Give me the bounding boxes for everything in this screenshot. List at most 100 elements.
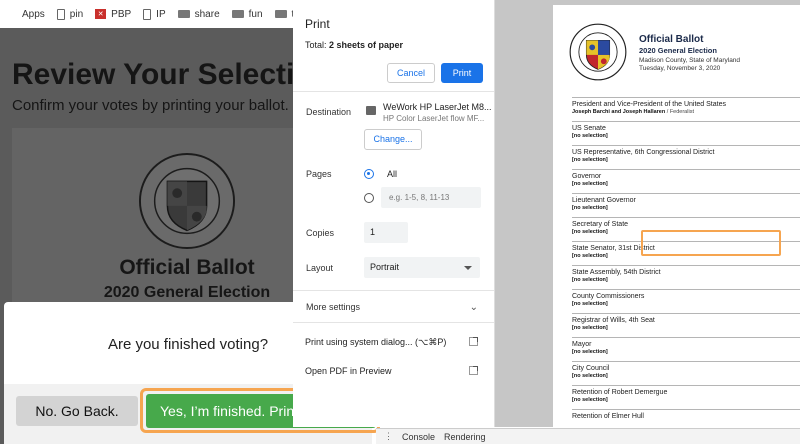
contest-title: Governor (572, 173, 602, 180)
bookmark-label: Apps (22, 8, 45, 20)
contest-title: Mayor (572, 341, 592, 348)
contest-row: County Commissioners [no selection] (572, 289, 800, 313)
page-subtitle: Confirm your votes by printing your ball… (12, 97, 289, 114)
copies-label: Copies (306, 228, 335, 238)
contest-title: State Assembly, 54th District (572, 269, 661, 276)
bookmark-pin[interactable]: pin (56, 8, 84, 20)
ballot-subtitle: 2020 General Election (103, 284, 271, 301)
contest-title: US Senate (572, 125, 606, 132)
contest-selection-line: [no selection] (572, 301, 800, 307)
contest-selection: [no selection] (572, 324, 608, 331)
contest-title: Retention of Elmer Hull (572, 413, 644, 420)
bookmark-apps[interactable]: Apps (6, 9, 45, 20)
contest-selection: [no selection] (572, 300, 608, 307)
open-external-icon[interactable] (469, 337, 478, 346)
contest-row: State Assembly, 54th District [no selecti… (572, 265, 800, 289)
contest-title: Lieutenant Governor (572, 197, 636, 204)
preview-sheet: Official Ballot 2020 General Election Ma… (553, 5, 800, 427)
contest-row: Governor [no selection] (572, 169, 800, 193)
page-icon (143, 8, 152, 20)
layout-value: Portrait (370, 262, 400, 272)
pages-custom-input[interactable]: e.g. 1-5, 8, 11-13 (381, 187, 481, 208)
divider (293, 290, 494, 291)
printer-icon (366, 106, 376, 115)
contest-selection-line: Joseph Barchi and Joseph Hallaren / Fede… (572, 109, 800, 115)
contest-selection: [no selection] (572, 252, 608, 259)
folder-icon (177, 10, 190, 18)
system-dialog-link[interactable]: Print using system dialog... (⌥⌘P) (305, 337, 446, 348)
print-total: Total: 2 sheets of paper (305, 40, 403, 50)
page-icon (56, 8, 65, 20)
bookmark-share[interactable]: share (177, 8, 220, 20)
contest-row: Lieutenant Governor [no selection] (572, 193, 800, 217)
contest-selection-line: [no selection] (572, 157, 800, 163)
contest-title: Secretary of State (572, 221, 629, 228)
bookmark-label: fun (248, 8, 263, 20)
total-value: 2 sheets of paper (329, 40, 404, 50)
destination-label: Destination (306, 107, 352, 117)
total-prefix: Total: (305, 40, 330, 50)
ballot-title: Official Ballot (119, 256, 255, 279)
contest-selection: [no selection] (572, 204, 608, 211)
contest-selection: [no selection] (572, 180, 608, 187)
contest-selection-line: [no selection] (572, 133, 800, 139)
more-settings-toggle[interactable]: More settings (306, 302, 360, 312)
highlight-box (641, 230, 781, 256)
contest-row: President and Vice-President of the Unit… (572, 97, 800, 121)
contest-selection-line: [no selection] (572, 205, 800, 211)
dropdown-caret-icon (464, 266, 472, 270)
apps-grid-icon (6, 9, 17, 19)
layout-select[interactable]: Portrait (364, 257, 480, 278)
contest-title: US Representative, 6th Congressional Dis… (572, 149, 715, 156)
print-dialog-panel: Print Total: 2 sheets of paper Cancel Pr… (293, 0, 495, 427)
pages-custom-radio[interactable] (364, 193, 374, 203)
contest-row: Retention of Robert Demergue [no selectio… (572, 385, 800, 409)
contest-selection-line: [no selection] (572, 349, 800, 355)
contest-selection: [no selection] (572, 276, 608, 283)
print-preview: Official Ballot 2020 General Election Ma… (495, 0, 800, 427)
layout-label: Layout (306, 263, 334, 273)
bookmark-label: pin (69, 8, 84, 20)
bookmark-fun[interactable]: fun (231, 8, 263, 20)
contest-selection: [no selection] (572, 348, 608, 355)
contest-list: President and Vice-President of the Unit… (572, 97, 800, 427)
pbp-icon: ✕ (95, 9, 107, 19)
contest-row: Mayor [no selection] (572, 337, 800, 361)
contest-selection: [no selection] (572, 396, 608, 403)
contest-party: / Federalist (665, 108, 694, 115)
contest-selection: [no selection] (572, 156, 608, 163)
destination-name[interactable]: WeWork HP LaserJet M8... (383, 102, 492, 112)
print-title: Print (305, 17, 330, 31)
divider (293, 322, 494, 323)
sheet-subtitle: 2020 General Election (639, 46, 717, 55)
contest-selection-line: [no selection] (572, 277, 800, 283)
divider (293, 91, 494, 92)
tab-rendering[interactable]: Rendering (444, 432, 486, 442)
go-back-button[interactable]: No. Go Back. (16, 396, 138, 426)
pages-all-radio[interactable] (364, 169, 374, 179)
change-destination-button[interactable]: Change... (364, 129, 422, 150)
bookmark-pbp[interactable]: ✕ PBP (95, 9, 131, 20)
contest-row: City Council [no selection] (572, 361, 800, 385)
copies-input[interactable]: 1 (364, 222, 408, 243)
sheet-location: Madison County, State of Maryland (639, 57, 741, 64)
contest-row: Retention of Elmer Hull (572, 409, 800, 427)
folder-icon (231, 10, 244, 18)
open-external-icon[interactable] (469, 366, 478, 375)
contest-title: Registrar of Wills, 4th Seat (572, 317, 655, 324)
print-button[interactable]: Print (441, 63, 483, 83)
bookmark-label: share (194, 8, 220, 20)
destination-model: HP Color LaserJet flow MF... (383, 114, 485, 123)
contest-title: President and Vice-President of the Unit… (572, 101, 726, 108)
chevron-down-icon[interactable]: ⌄ (470, 302, 478, 313)
contest-row: US Senate [no selection] (572, 121, 800, 145)
bookmark-ip[interactable]: IP (143, 8, 166, 20)
open-pdf-link[interactable]: Open PDF in Preview (305, 366, 392, 376)
kebab-menu-icon[interactable]: ⋮ (384, 431, 393, 442)
contest-selection-line: [no selection] (572, 397, 800, 403)
tab-console[interactable]: Console (402, 432, 435, 442)
bookmark-label: PBP (111, 8, 132, 20)
cancel-button[interactable]: Cancel (387, 63, 435, 83)
bookmark-label: IP (156, 8, 166, 20)
contest-selection: [no selection] (572, 372, 608, 379)
